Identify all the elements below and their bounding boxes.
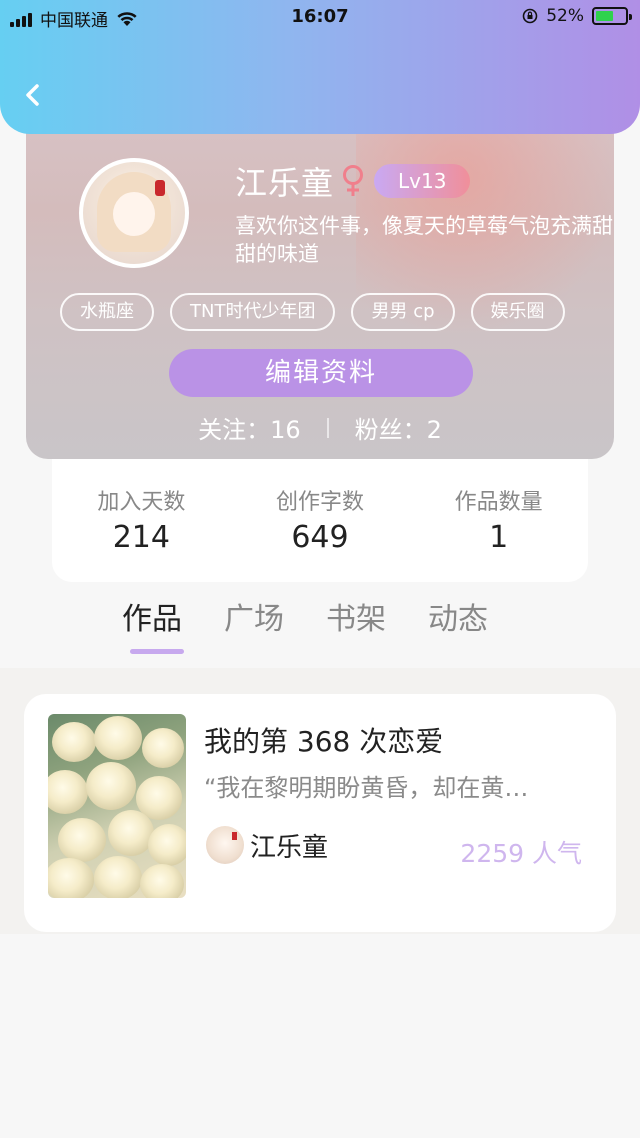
followers-label: 粉丝：	[354, 416, 427, 444]
battery-percent: 52%	[546, 6, 584, 26]
user-name: 江乐童	[235, 164, 335, 202]
profile-bio: 喜欢你这件事，像夏天的草莓气泡充满甜甜的味道	[235, 214, 613, 266]
tab-label: 广场	[224, 602, 284, 637]
following-label: 关注：	[198, 416, 271, 444]
tag-item[interactable]: 水瓶座	[60, 293, 154, 331]
stat-value: 649	[291, 520, 349, 555]
work-title: 我的第 368 次恋爱	[204, 725, 444, 758]
avatar-image	[83, 162, 185, 264]
work-cover-image	[48, 714, 186, 898]
stat-value: 214	[112, 520, 170, 555]
tab-label: 动态	[428, 602, 488, 637]
back-button[interactable]	[18, 78, 48, 112]
stats-card: 加入天数 214 创作字数 649 作品数量 1	[52, 440, 588, 582]
divider	[326, 417, 329, 438]
tag-item[interactable]: 娱乐圈	[470, 293, 565, 331]
author-avatar	[206, 826, 244, 864]
stat-word-count: 创作字数 649	[245, 484, 395, 582]
follow-stats: 关注：16 粉丝：2	[26, 410, 614, 445]
status-right: 52%	[522, 6, 632, 26]
status-bar: 中国联通 16:07 52%	[0, 0, 640, 34]
name-row: 江乐童 Lv13	[235, 158, 471, 204]
orientation-lock-icon	[522, 8, 538, 24]
active-tab-indicator	[130, 649, 184, 654]
stat-value: 1	[489, 520, 509, 555]
followers-link[interactable]: 粉丝：2	[355, 410, 442, 445]
tag-item[interactable]: 男男 cp	[351, 293, 455, 331]
female-icon	[343, 165, 364, 196]
work-card[interactable]: 我的第 368 次恋爱 “我在黎明期盼黄昏，却在黄… 江乐童 2259 人气	[24, 694, 616, 932]
edit-profile-button[interactable]: 编辑资料	[169, 349, 473, 397]
following-link[interactable]: 关注：16	[198, 410, 301, 445]
tab-bookshelf[interactable]: 书架	[326, 594, 386, 654]
top-header: 中国联通 16:07 52%	[0, 0, 640, 134]
stat-label: 创作字数	[275, 490, 364, 515]
following-count: 16	[270, 416, 301, 444]
stat-label: 作品数量	[454, 490, 543, 515]
tab-square[interactable]: 广场	[224, 594, 284, 654]
stat-join-days: 加入天数 214	[66, 484, 216, 582]
tab-activity[interactable]: 动态	[428, 594, 488, 654]
author-name: 江乐童	[250, 832, 329, 863]
profile-avatar[interactable]	[79, 158, 189, 268]
tag-list: 水瓶座 TNT时代少年团 男男 cp 娱乐圈	[60, 293, 565, 331]
tab-label: 书架	[326, 602, 386, 637]
work-excerpt: “我在黎明期盼黄昏，却在黄…	[204, 774, 529, 802]
tag-item[interactable]: TNT时代少年团	[170, 293, 336, 331]
content-tabs: 作品 广场 书架 动态	[122, 594, 488, 654]
work-author: 江乐童	[206, 826, 328, 864]
stat-works-count: 作品数量 1	[424, 484, 574, 582]
work-popularity: 2259 人气	[460, 839, 582, 868]
stat-label: 加入天数	[97, 490, 186, 515]
battery-icon	[592, 7, 632, 25]
followers-count: 2	[426, 416, 442, 444]
profile-card: 江乐童 Lv13 喜欢你这件事，像夏天的草莓气泡充满甜甜的味道 水瓶座 TNT时…	[26, 104, 614, 459]
tab-label: 作品	[122, 602, 182, 637]
tab-works[interactable]: 作品	[122, 594, 184, 654]
level-badge: Lv13	[374, 164, 471, 198]
profile-page: 中国联通 16:07 52% 江乐童 Lv13 喜欢你这件事，像夏天的草莓气泡充…	[0, 0, 640, 1138]
works-list: 我的第 368 次恋爱 “我在黎明期盼黄昏，却在黄… 江乐童 2259 人气	[0, 668, 640, 934]
